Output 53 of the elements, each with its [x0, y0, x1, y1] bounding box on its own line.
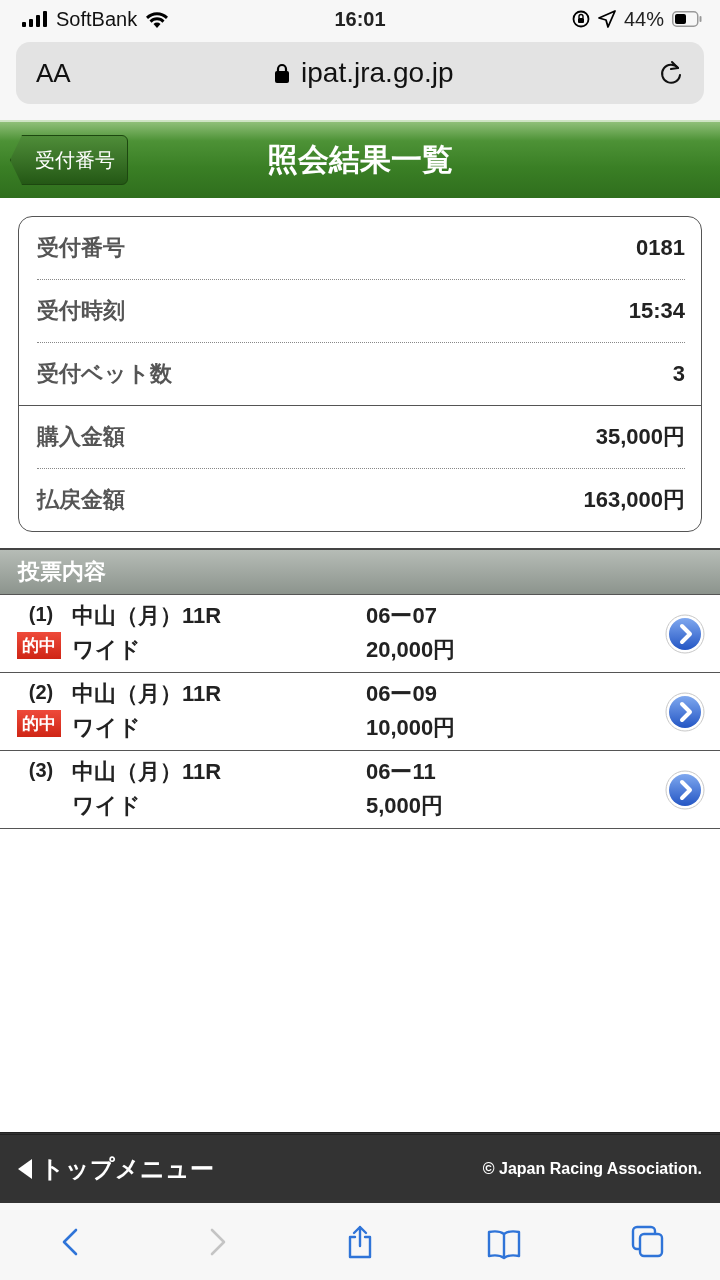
field-value: 3	[672, 361, 685, 387]
battery-icon	[672, 11, 702, 27]
carrier-name: SoftBank	[56, 7, 138, 31]
location-arrow-icon	[597, 10, 616, 28]
text-size-button[interactable]: AA	[36, 57, 71, 89]
bet-type: ワイド	[72, 792, 142, 819]
field-label: 払戻金額	[37, 486, 125, 514]
race-name: 中山（月）11R	[72, 680, 223, 707]
reload-icon[interactable]	[658, 60, 684, 86]
hit-badge: 的中	[17, 709, 61, 737]
lock-icon	[275, 63, 290, 83]
bet-combination: 06ー07	[366, 602, 438, 629]
bet-row[interactable]: (3) 中山（月）11R ワイド 06ー11 5,000円	[0, 751, 720, 829]
top-menu-link[interactable]: トップメニュー	[18, 1153, 214, 1185]
wifi-icon	[145, 10, 170, 28]
field-value: 35,000円	[595, 423, 685, 451]
battery-percent: 44%	[623, 7, 664, 31]
bet-type: ワイド	[72, 636, 142, 663]
bet-combination: 06ー09	[366, 680, 438, 707]
address-bar[interactable]: AA ipat.jra.go.jp	[16, 42, 704, 104]
signal-icon	[22, 11, 48, 27]
race-name: 中山（月）11R	[72, 758, 223, 785]
field-label: 購入金額	[37, 423, 125, 451]
triangle-left-icon	[18, 1159, 32, 1179]
field-value: 163,000円	[583, 486, 685, 514]
back-button[interactable]: 受付番号	[10, 135, 128, 185]
bet-amount: 5,000円	[366, 792, 445, 819]
page-title: 照会結果一覧	[266, 141, 454, 179]
field-label: 受付ベット数	[37, 360, 172, 388]
field-label: 受付時刻	[37, 297, 125, 325]
bet-amount: 20,000円	[366, 636, 457, 663]
hit-badge: 的中	[17, 631, 61, 659]
bet-number: (1)	[28, 602, 54, 626]
bet-row[interactable]: (2) 的中 中山（月）11R ワイド 06ー09 10,000円	[0, 673, 720, 751]
bet-number: (2)	[28, 680, 54, 704]
bet-number: (3)	[28, 758, 54, 782]
bet-amount: 10,000円	[366, 714, 457, 741]
copyright-text: © Japan Racing Association.	[482, 1160, 702, 1178]
field-value: 15:34	[628, 298, 685, 324]
chevron-circle-icon[interactable]	[665, 691, 705, 732]
url-text: ipat.jra.go.jp	[301, 57, 454, 89]
clock-time: 16:01	[333, 7, 387, 31]
rotation-lock-icon	[571, 10, 590, 28]
bet-row[interactable]: (1) 的中 中山（月）11R ワイド 06ー07 20,000円	[0, 595, 720, 673]
chevron-circle-icon[interactable]	[665, 613, 705, 654]
bet-combination: 06ー11	[366, 758, 437, 785]
section-title: 投票内容	[18, 558, 106, 586]
tabs-icon[interactable]	[630, 1223, 666, 1260]
field-label: 受付番号	[37, 234, 125, 262]
race-name: 中山（月）11R	[72, 602, 223, 629]
chevron-circle-icon[interactable]	[665, 769, 705, 810]
field-value: 0181	[636, 235, 685, 261]
bet-type: ワイド	[72, 714, 142, 741]
